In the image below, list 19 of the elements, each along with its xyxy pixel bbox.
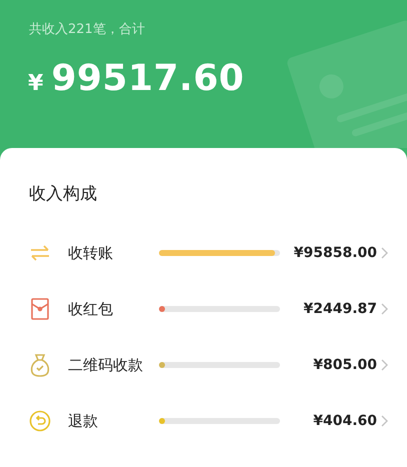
category-amount: ¥2449.87 — [302, 301, 377, 317]
category-label[interactable]: 退款 — [68, 412, 158, 430]
category-label[interactable]: 二维码收款 — [68, 356, 158, 374]
chevron-right-icon[interactable] — [381, 247, 388, 259]
money-bag-icon — [30, 353, 50, 377]
total-amount: 99517.60 — [51, 58, 244, 99]
envelope-icon — [31, 298, 49, 320]
chevron-right-icon[interactable] — [381, 359, 388, 371]
category-amount: ¥95858.00 — [292, 245, 377, 261]
section-title: 收入构成 — [28, 183, 98, 205]
two-arrows-icon — [29, 245, 51, 261]
chevron-right-icon[interactable] — [381, 303, 388, 315]
category-amount: ¥404.60 — [312, 413, 377, 429]
currency-sign: ¥ — [28, 71, 44, 96]
category-amount: ¥805.00 — [312, 357, 377, 373]
chevron-right-icon[interactable] — [381, 415, 388, 427]
category-label[interactable]: 收转账 — [68, 244, 158, 262]
income-count-caption: 共收入221笔，合计 — [28, 21, 146, 38]
category-label[interactable]: 收红包 — [68, 300, 158, 318]
